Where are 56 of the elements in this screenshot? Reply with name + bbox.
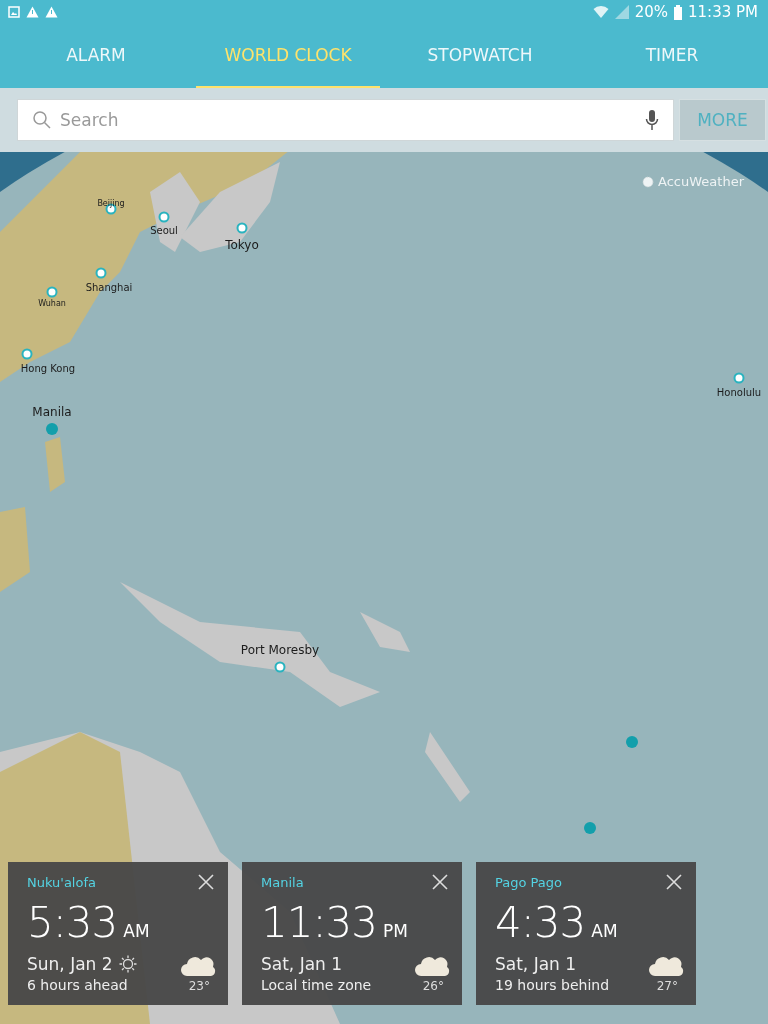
microphone-icon[interactable] xyxy=(645,110,659,130)
search-icon xyxy=(32,110,52,130)
city-label: Port Moresby xyxy=(240,643,320,657)
city-clock-card[interactable]: Pago Pago 4:33 AM Sat, Jan 1 19 hours behind 27° xyxy=(476,862,696,1005)
date-text: Sat, Jan 1 xyxy=(261,954,343,974)
warning-icon xyxy=(26,6,39,18)
city-clock-card[interactable]: Manila 11:33 PM Sat, Jan 1 Local time zone 26° xyxy=(242,862,462,1005)
city-label: Beijing xyxy=(97,199,125,208)
close-button[interactable] xyxy=(430,872,450,892)
cloud-icon xyxy=(414,955,450,977)
search-field[interactable]: Search xyxy=(17,99,674,141)
time-difference: Local time zone xyxy=(261,977,372,993)
city-label: Honolulu xyxy=(716,387,762,398)
city-label: Manila xyxy=(32,405,72,419)
close-button[interactable] xyxy=(664,872,684,892)
warning-icon xyxy=(45,6,58,18)
city-label: Hong Kong xyxy=(20,363,76,374)
city-name: Nuku'alofa xyxy=(27,874,96,890)
temperature: 26° xyxy=(422,979,444,993)
wifi-icon xyxy=(592,5,609,19)
attribution-text: AccuWeather xyxy=(658,174,744,189)
battery-icon xyxy=(674,4,682,20)
tab[interactable]: STOPWATCH xyxy=(388,24,572,88)
temperature: 23° xyxy=(188,979,210,993)
city-label: Shanghai xyxy=(85,282,133,293)
am-pm-label: PM xyxy=(383,921,408,941)
temperature: 27° xyxy=(656,979,678,993)
battery-percentage: 20% xyxy=(634,3,668,21)
city-label: Seoul xyxy=(150,225,178,236)
sun-icon xyxy=(118,955,137,973)
city-name: Manila xyxy=(261,874,304,890)
clock-time: 11:33 xyxy=(261,898,378,947)
am-pm-label: AM xyxy=(123,921,150,941)
signal-icon xyxy=(614,5,629,19)
city-name: Pago Pago xyxy=(495,874,562,890)
close-button[interactable] xyxy=(196,872,216,892)
clock-time: 11:33 PM xyxy=(688,3,758,21)
clock-time: 4:33 xyxy=(495,898,586,947)
tab[interactable]: ALARM xyxy=(4,24,188,88)
sun-icon xyxy=(641,174,656,189)
picture-icon xyxy=(8,6,20,18)
cloud-icon xyxy=(648,955,684,977)
am-pm-label: AM xyxy=(591,921,618,941)
clock-time: 5:33 xyxy=(27,898,118,947)
land-shape xyxy=(45,437,65,492)
more-button[interactable]: MORE xyxy=(679,99,766,141)
cloud-icon xyxy=(180,955,216,977)
tab[interactable]: TIMER xyxy=(580,24,764,88)
date-text: Sat, Jan 1 xyxy=(495,954,577,974)
city-label: Tokyo xyxy=(225,238,259,252)
search-input[interactable]: Search xyxy=(58,109,639,131)
time-difference: 6 hours ahead xyxy=(27,977,129,993)
city-clock-card[interactable]: Nuku'alofa 5:33 AM Sun, Jan 2 6 hours ahead 23° xyxy=(8,862,228,1005)
city-label: Wuhan xyxy=(38,299,66,308)
date-text: Sun, Jan 2 xyxy=(27,954,113,974)
time-difference: 19 hours behind xyxy=(495,977,610,993)
